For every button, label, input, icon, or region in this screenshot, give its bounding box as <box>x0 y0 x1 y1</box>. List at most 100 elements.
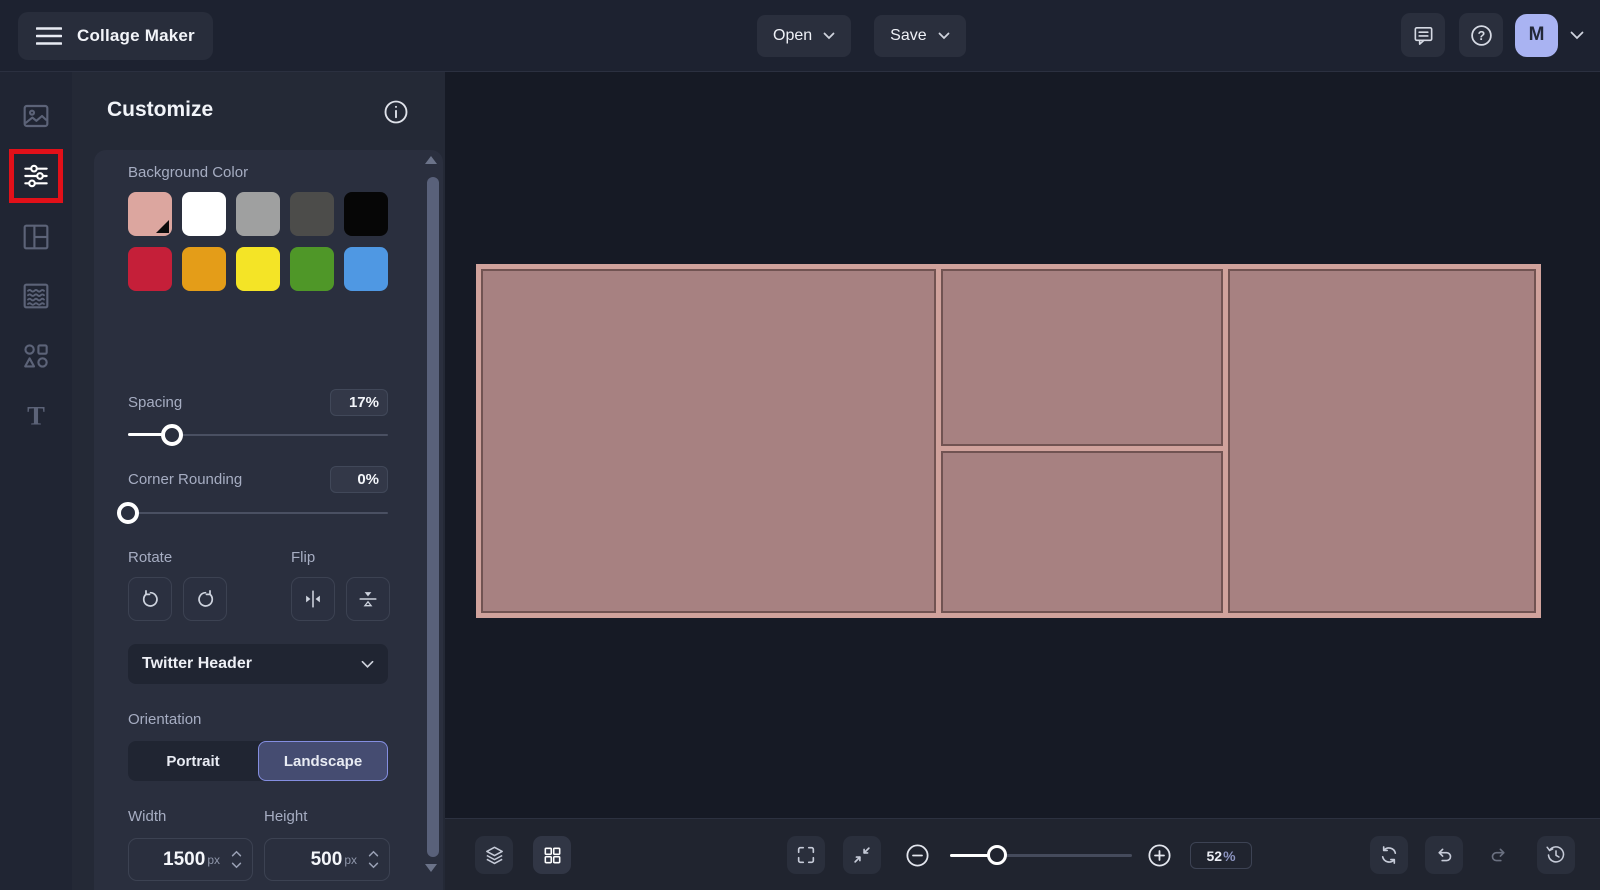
help-button[interactable]: ? <box>1459 13 1503 57</box>
width-decrement-button[interactable] <box>231 862 242 869</box>
sidebar-item-customize[interactable] <box>14 154 58 198</box>
sidebar-item-layouts[interactable] <box>14 215 58 259</box>
tool-rail: T <box>0 72 72 890</box>
zoom-in-icon <box>1146 842 1173 869</box>
zoom-in-button[interactable] <box>1145 841 1173 869</box>
height-decrement-button[interactable] <box>368 862 379 869</box>
help-icon: ? <box>1469 23 1494 48</box>
canvas-toolbar: 52% <box>445 818 1600 890</box>
zoom-level-display[interactable]: 52% <box>1190 842 1252 869</box>
collage-cell-middle-bottom[interactable] <box>941 451 1223 613</box>
sidebar-item-patterns[interactable] <box>14 274 58 318</box>
comment-icon <box>1412 24 1435 47</box>
color-swatch[interactable] <box>290 192 334 236</box>
spacing-slider[interactable] <box>128 424 388 446</box>
flip-horizontal-button[interactable] <box>291 577 335 621</box>
height-increment-button[interactable] <box>368 850 379 857</box>
hamburger-icon <box>36 26 62 46</box>
account-menu-chevron[interactable] <box>1570 31 1584 40</box>
graphics-icon <box>20 340 52 372</box>
zoom-slider[interactable] <box>950 844 1132 866</box>
height-input[interactable]: 500 <box>265 849 343 871</box>
sidebar-item-text[interactable]: T <box>14 394 58 438</box>
collage[interactable] <box>476 264 1541 618</box>
top-bar: Collage Maker Open Save ? M <box>0 0 1600 72</box>
corner-rounding-value[interactable]: 0% <box>330 466 388 493</box>
color-swatch[interactable] <box>182 192 226 236</box>
sidebar-item-photos[interactable] <box>14 94 58 138</box>
height-unit: px <box>344 852 357 867</box>
file-actions: Open Save <box>757 15 966 57</box>
rotate-cw-icon <box>194 588 217 611</box>
orientation-label: Orientation <box>128 711 202 728</box>
color-swatch[interactable] <box>236 192 280 236</box>
height-label: Height <box>264 808 308 825</box>
layouts-icon <box>20 221 52 253</box>
redo-icon <box>1488 844 1510 866</box>
layers-button[interactable] <box>475 836 513 874</box>
fit-screen-button[interactable] <box>843 836 881 874</box>
corner-rounding-slider-thumb[interactable] <box>117 502 139 524</box>
corner-rounding-slider[interactable] <box>117 502 388 524</box>
zoom-out-button[interactable] <box>903 841 931 869</box>
panel-scrollbar[interactable] <box>427 177 439 857</box>
fullscreen-icon <box>795 844 817 866</box>
color-swatch[interactable] <box>344 192 388 236</box>
svg-text:T: T <box>27 401 45 431</box>
width-unit: px <box>207 852 220 867</box>
rotate-cw-button[interactable] <box>183 577 227 621</box>
rotate-label: Rotate <box>128 549 173 566</box>
open-button[interactable]: Open <box>757 15 852 57</box>
fit-screen-icon <box>851 844 873 866</box>
collage-cell-middle-top[interactable] <box>941 269 1223 446</box>
user-avatar[interactable]: M <box>1515 13 1558 57</box>
rotate-ccw-icon <box>139 588 162 611</box>
grid-view-button[interactable] <box>533 836 571 874</box>
flip-vertical-button[interactable] <box>346 577 390 621</box>
save-button[interactable]: Save <box>874 15 966 57</box>
collage-cell-right[interactable] <box>1228 269 1536 613</box>
main-menu-button[interactable]: Collage Maker <box>18 12 213 60</box>
undo-button[interactable] <box>1425 836 1463 874</box>
history-button[interactable] <box>1537 836 1575 874</box>
redo-button[interactable] <box>1480 836 1518 874</box>
color-swatch[interactable] <box>290 247 334 291</box>
svg-text:?: ? <box>1477 28 1485 42</box>
rotate-ccw-button[interactable] <box>128 577 172 621</box>
feedback-button[interactable] <box>1401 13 1445 57</box>
info-button[interactable] <box>382 98 410 126</box>
width-label: Width <box>128 808 167 825</box>
reset-icon <box>1378 844 1400 866</box>
chevron-down-icon <box>938 32 950 40</box>
width-input[interactable]: 1500 <box>129 849 205 871</box>
fullscreen-button[interactable] <box>787 836 825 874</box>
spacing-value[interactable]: 17% <box>330 389 388 416</box>
color-swatch[interactable] <box>182 247 226 291</box>
color-swatch[interactable] <box>128 192 172 236</box>
spacing-slider-thumb[interactable] <box>161 424 184 446</box>
collage-cell-left[interactable] <box>481 269 936 613</box>
orientation-landscape-button[interactable]: Landscape <box>258 741 388 781</box>
reset-button[interactable] <box>1370 836 1408 874</box>
chevron-down-icon <box>361 660 374 669</box>
color-swatch[interactable] <box>128 247 172 291</box>
zoom-slider-thumb[interactable] <box>987 845 1008 865</box>
flip-vertical-icon <box>357 588 379 610</box>
save-button-label: Save <box>890 27 927 44</box>
open-button-label: Open <box>773 27 813 44</box>
background-color-label: Background Color <box>128 164 249 181</box>
width-increment-button[interactable] <box>231 850 242 857</box>
scroll-down-arrow[interactable] <box>425 864 437 872</box>
chevron-down-icon <box>823 32 835 40</box>
scroll-up-arrow[interactable] <box>425 156 437 164</box>
color-swatch[interactable] <box>344 247 388 291</box>
spacing-label: Spacing <box>128 394 183 411</box>
sidebar-item-graphics[interactable] <box>14 334 58 378</box>
orientation-portrait-button[interactable]: Portrait <box>128 741 258 781</box>
canvas-workspace: 52% <box>445 72 1600 890</box>
size-preset-dropdown[interactable]: Twitter Header <box>128 644 388 684</box>
photos-icon <box>20 100 52 132</box>
account-area: ? M <box>1401 13 1584 57</box>
orientation-toggle: Portrait Landscape <box>128 741 388 781</box>
color-swatch[interactable] <box>236 247 280 291</box>
